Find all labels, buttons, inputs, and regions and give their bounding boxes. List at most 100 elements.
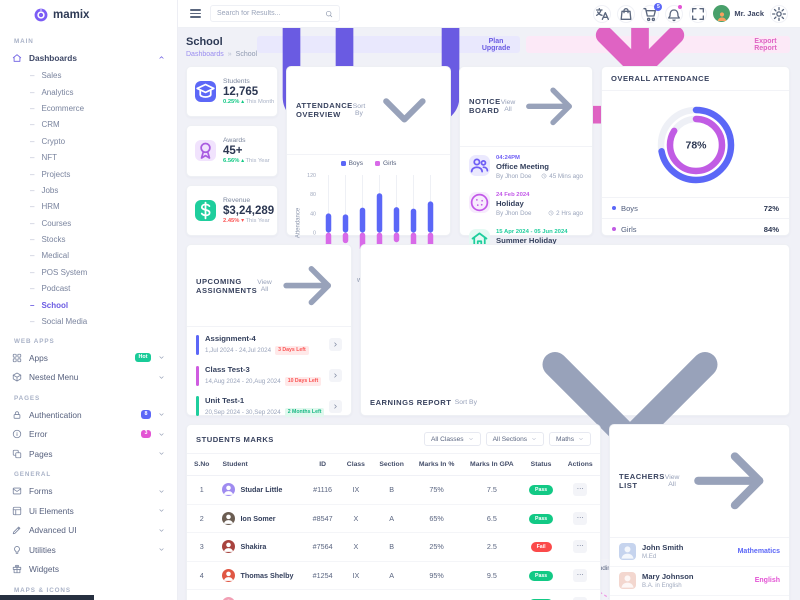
teacher-name: John Smith xyxy=(642,543,732,552)
assignment-item[interactable]: Unit Test-120,Sep 2024 - 30,Sep 20242 Mo… xyxy=(187,391,351,422)
student-cell: Studar Little xyxy=(222,483,299,496)
assignment-date-range: 1,Jul 2024 - 24,Jul 20243 Days Left xyxy=(205,346,323,355)
column-header-marks-in-: Marks In % xyxy=(411,454,462,476)
breadcrumb-dashboards[interactable]: Dashboards xyxy=(186,51,224,58)
assignment-item[interactable]: Class Test-314,Aug 2024 - 20,Aug 202410 … xyxy=(187,360,351,391)
assignments-view-all-link[interactable]: View All xyxy=(257,252,342,319)
teacher-item[interactable]: Mary JohnsonB.A. in EnglishEnglish xyxy=(610,567,789,596)
sidebar-subitem-school[interactable]: School xyxy=(0,297,177,313)
sidebar-subitem-crm[interactable]: CRM xyxy=(0,117,177,133)
sidebar-subitem-ecommerce[interactable]: Ecommerce xyxy=(0,100,177,116)
sidebar-item-advanced-ui[interactable]: Advanced UI xyxy=(0,520,177,540)
fullscreen-button[interactable] xyxy=(689,5,707,23)
status-badge: Pass xyxy=(529,514,553,524)
shop-button[interactable] xyxy=(617,5,635,23)
copy-icon xyxy=(12,449,22,459)
cell-section: B xyxy=(372,476,411,505)
row-actions-button[interactable] xyxy=(573,483,587,496)
sidebar-subitem-analytics[interactable]: Analytics xyxy=(0,84,177,100)
card-title: STUDENTS MARKS xyxy=(196,435,274,444)
sidebar-item-pages[interactable]: Pages xyxy=(0,444,177,464)
hamburger-menu-icon[interactable] xyxy=(190,9,201,18)
cell-marks-gpa: 6.2 xyxy=(462,590,522,600)
card-title: EARNINGS REPORT xyxy=(370,398,451,407)
sidebar-subitem-hrm[interactable]: HRM xyxy=(0,199,177,215)
sidebar-item-widgets[interactable]: Widgets xyxy=(0,559,177,579)
sidebar-section-label: WEB APPS xyxy=(0,330,177,348)
brand-logo[interactable]: mamix xyxy=(0,0,177,30)
student-cell: Shakira xyxy=(222,540,299,553)
sidebar-subitem-stocks[interactable]: Stocks xyxy=(0,231,177,247)
sidebar-subitem-sales[interactable]: Sales xyxy=(0,68,177,84)
notice-date: 04:24PM xyxy=(496,155,583,161)
stat-value: 45+ xyxy=(223,145,270,157)
assignment-open-button[interactable] xyxy=(329,400,342,413)
row-actions-button[interactable] xyxy=(573,540,587,553)
overall-attendance-card: OVERALL ATTENDANCE 78% Boys72%Girls84% xyxy=(601,66,790,236)
topbar-actions: 5 Mr. Jack xyxy=(593,5,788,23)
legend-item-boys: Boys xyxy=(341,160,363,167)
sidebar-subitem-courses[interactable]: Courses xyxy=(0,215,177,231)
cart-button[interactable]: 5 xyxy=(641,5,659,23)
export-report-button[interactable]: Export Report xyxy=(526,36,790,53)
sidebar-item-label: Dashboards xyxy=(29,53,151,63)
teacher-item[interactable]: John SmithM.EdMathematics xyxy=(610,538,789,567)
overall-row-girls: Girls84% xyxy=(602,218,789,239)
bottom-dark-strip xyxy=(0,595,94,600)
filter-dropdown-all-classes[interactable]: All Classes xyxy=(424,432,481,446)
page-actions: Plan Upgrade Export Report xyxy=(257,36,790,53)
sidebar-subitem-jobs[interactable]: Jobs xyxy=(0,182,177,198)
cell-id: #7458 xyxy=(305,590,339,600)
sidebar-item-error[interactable]: Error3 xyxy=(0,424,177,444)
notice-item[interactable]: 04:24PMOffice MeetingBy Jhon Doe45 Mins … xyxy=(460,149,592,186)
filter-dropdown-all-sections[interactable]: All Sections xyxy=(486,432,544,446)
assignment-color-bar xyxy=(196,335,199,355)
sidebar-subitem-projects[interactable]: Projects xyxy=(0,166,177,182)
cell-marks-pct: 25% xyxy=(411,533,462,562)
language-button[interactable] xyxy=(593,5,611,23)
notifications-button[interactable] xyxy=(665,5,683,23)
chevron-down-icon xyxy=(158,374,165,381)
sidebar-subitem-podcast[interactable]: Podcast xyxy=(0,281,177,297)
sidebar-subitem-social-media[interactable]: Social Media xyxy=(0,313,177,329)
column-header-class: Class xyxy=(340,454,372,476)
sidebar-item-utilities[interactable]: Utilities xyxy=(0,540,177,560)
search-input[interactable] xyxy=(217,10,321,17)
sidebar-item-label: Error xyxy=(29,429,134,439)
user-menu[interactable]: Mr. Jack xyxy=(713,5,764,22)
sidebar-item-label: Pages xyxy=(29,449,151,459)
assignment-open-button[interactable] xyxy=(329,369,342,382)
row-actions-button[interactable] xyxy=(573,512,587,525)
sidebar-subitem-medical[interactable]: Medical xyxy=(0,248,177,264)
sidebar-subitem-nft[interactable]: NFT xyxy=(0,149,177,165)
notice-author: By Jhon Doe xyxy=(496,173,531,180)
svg-text:80: 80 xyxy=(310,192,316,198)
column-header-student: Student xyxy=(216,454,305,476)
sidebar-item-nested-menu[interactable]: Nested Menu xyxy=(0,367,177,387)
sidebar-item-ui-elements[interactable]: Ui Elements xyxy=(0,501,177,521)
settings-button[interactable] xyxy=(770,5,788,23)
notice-view-all-link[interactable]: View All xyxy=(501,74,583,139)
cell-marks-pct: 75% xyxy=(411,476,462,505)
sidebar-subitem-crypto[interactable]: Crypto xyxy=(0,133,177,149)
sidebar-item-label: Forms xyxy=(29,486,151,496)
teachers-view-all-link[interactable]: View All xyxy=(665,432,780,530)
sidebar-item-apps[interactable]: AppsHot xyxy=(0,348,177,368)
plan-upgrade-button[interactable]: Plan Upgrade xyxy=(257,36,520,53)
stat-delta: 6.56% ▴ This Year xyxy=(223,158,270,164)
sidebar-item-dashboards[interactable]: Dashboards xyxy=(0,48,177,68)
cookie-icon xyxy=(469,192,490,213)
assignment-open-button[interactable] xyxy=(329,338,342,351)
notice-item[interactable]: 24 Feb 2024HolidayBy Jhon Doe2 Hrs ago xyxy=(460,186,592,223)
chevron-down-icon xyxy=(531,436,537,442)
filter-dropdown-maths[interactable]: Maths xyxy=(549,432,591,446)
column-header-id: ID xyxy=(305,454,339,476)
teacher-item[interactable]: Robert DavisPh.D. in SciencePhysics xyxy=(610,596,789,600)
sidebar-subitem-pos-system[interactable]: POS System xyxy=(0,264,177,280)
sidebar-item-forms[interactable]: Forms xyxy=(0,481,177,501)
row-actions-button[interactable] xyxy=(573,569,587,582)
sidebar-item-authentication[interactable]: Authentication8 xyxy=(0,405,177,425)
assignment-item[interactable]: Assignment-41,Jul 2024 - 24,Jul 20243 Da… xyxy=(187,329,351,360)
table-row: 3Shakira#7564XB25%2.5Fail xyxy=(187,533,600,562)
attendance-sort-dropdown[interactable]: Sort By xyxy=(353,74,441,147)
